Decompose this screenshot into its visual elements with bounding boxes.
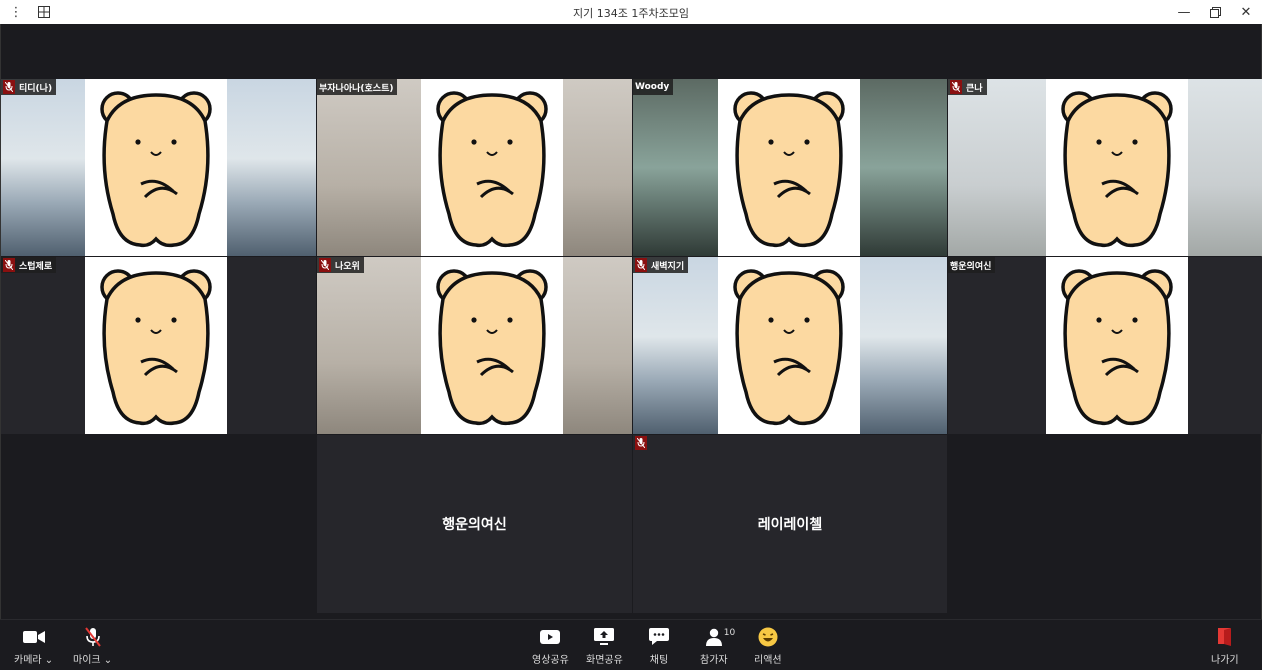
participant-name: 티디(나): [19, 83, 53, 94]
chat-label: 채팅: [649, 655, 669, 666]
screen-share-label: 화면공유: [586, 655, 623, 666]
chevron-down-icon[interactable]: ⌄: [104, 655, 112, 666]
exit-door-icon: [1217, 626, 1232, 648]
chat-bubble-icon: [649, 626, 669, 648]
leave-label: 나가기: [1211, 655, 1239, 666]
camera-button[interactable]: 카메라 ⌄: [14, 626, 53, 666]
bear-avatar: [421, 257, 563, 434]
camera-icon: [22, 626, 45, 648]
meeting-toolbar: 카메라 ⌄ 마이크 ⌄ 영상공유 화면공유 채팅 10 참가자 리액션 나가기: [0, 619, 1262, 670]
participant-center-name: 행운의여신: [442, 517, 507, 533]
participant-tile[interactable]: 새벽지기: [633, 257, 947, 434]
participant-tile[interactable]: 스텁제로: [1, 257, 316, 434]
participant-name-tag: Woody: [633, 79, 674, 95]
mic-off-icon: [3, 258, 15, 272]
participant-name-tag: 큰나: [948, 79, 987, 95]
screen-share-button[interactable]: 화면공유: [586, 626, 623, 666]
bear-avatar: [85, 79, 227, 256]
bear-avatar: [421, 79, 563, 256]
mic-muted-icon: [84, 626, 101, 648]
participant-name: 나오위: [335, 261, 360, 272]
participant-name-tag: 행운의여신: [948, 257, 996, 273]
restore-icon[interactable]: [1201, 0, 1229, 24]
reaction-button[interactable]: 리액션: [754, 626, 782, 666]
camera-label: 카메라: [14, 655, 42, 666]
participant-name: 새벽지기: [651, 261, 685, 272]
mic-off-icon: [319, 258, 331, 272]
chevron-down-icon[interactable]: ⌄: [45, 655, 53, 666]
participant-name-tag: [633, 435, 655, 451]
participant-name-tag: 부자나아나(호스트): [317, 79, 398, 95]
youtube-play-icon: [540, 626, 561, 648]
participant-tile[interactable]: 티디(나): [1, 79, 316, 256]
mic-label: 마이크: [73, 655, 101, 666]
participant-center-name: 레이레이첼: [757, 517, 823, 533]
mic-off-icon: [635, 258, 647, 272]
mic-off-icon: [3, 80, 15, 94]
minimize-icon[interactable]: —: [1170, 0, 1198, 24]
bear-avatar: [85, 257, 227, 434]
audio-only-tile[interactable]: 행운의여신: [317, 435, 632, 613]
participants-button[interactable]: 10 참가자: [700, 626, 735, 666]
window-title: 지기 134조 1주차조모임: [573, 7, 689, 20]
participant-name-tag: 스텁제로: [1, 257, 57, 273]
participant-tile[interactable]: Woody: [633, 79, 947, 256]
screen-share-icon: [594, 626, 615, 648]
participant-name: 행운의여신: [950, 261, 992, 272]
participant-name: 부자나아나(호스트): [319, 83, 394, 94]
smiley-icon: [758, 626, 778, 648]
participants-count: 10: [723, 628, 736, 638]
video-share-label: 영상공유: [532, 655, 569, 666]
close-icon[interactable]: ✕: [1232, 0, 1260, 24]
participant-tile[interactable]: 큰나: [948, 79, 1262, 256]
bear-avatar: [718, 257, 860, 434]
bear-avatar: [1046, 257, 1188, 434]
video-grid: 티디(나) 부자나아나(호스트) Woody 큰나 스텁제로 나오위 새벽지기 …: [0, 24, 1262, 619]
mic-off-icon: [950, 80, 962, 94]
mic-off-icon: [635, 436, 647, 450]
participants-label: 참가자: [700, 655, 728, 666]
participant-name-tag: 나오위: [317, 257, 364, 273]
video-share-button[interactable]: 영상공유: [532, 626, 569, 666]
leave-button[interactable]: 나가기: [1211, 626, 1239, 666]
bear-avatar: [1046, 79, 1188, 256]
participant-tile[interactable]: 나오위: [317, 257, 632, 434]
participant-tile[interactable]: 행운의여신: [948, 257, 1262, 434]
chat-button[interactable]: 채팅: [649, 626, 669, 666]
mic-button[interactable]: 마이크 ⌄: [73, 626, 112, 666]
participant-name-tag: 새벽지기: [633, 257, 689, 273]
bear-avatar: [718, 79, 860, 256]
participant-name-tag: 티디(나): [1, 79, 57, 95]
participant-name: 큰나: [966, 83, 983, 94]
person-icon: 10: [705, 626, 735, 648]
audio-only-tile[interactable]: 레이레이첼: [633, 435, 947, 613]
title-bar: ⋮ 지기 134조 1주차조모임 — ✕: [0, 0, 1262, 24]
reaction-label: 리액션: [754, 655, 782, 666]
participant-name: 스텁제로: [19, 261, 53, 272]
participant-tile[interactable]: 부자나아나(호스트): [317, 79, 632, 256]
participant-name: Woody: [635, 82, 670, 92]
